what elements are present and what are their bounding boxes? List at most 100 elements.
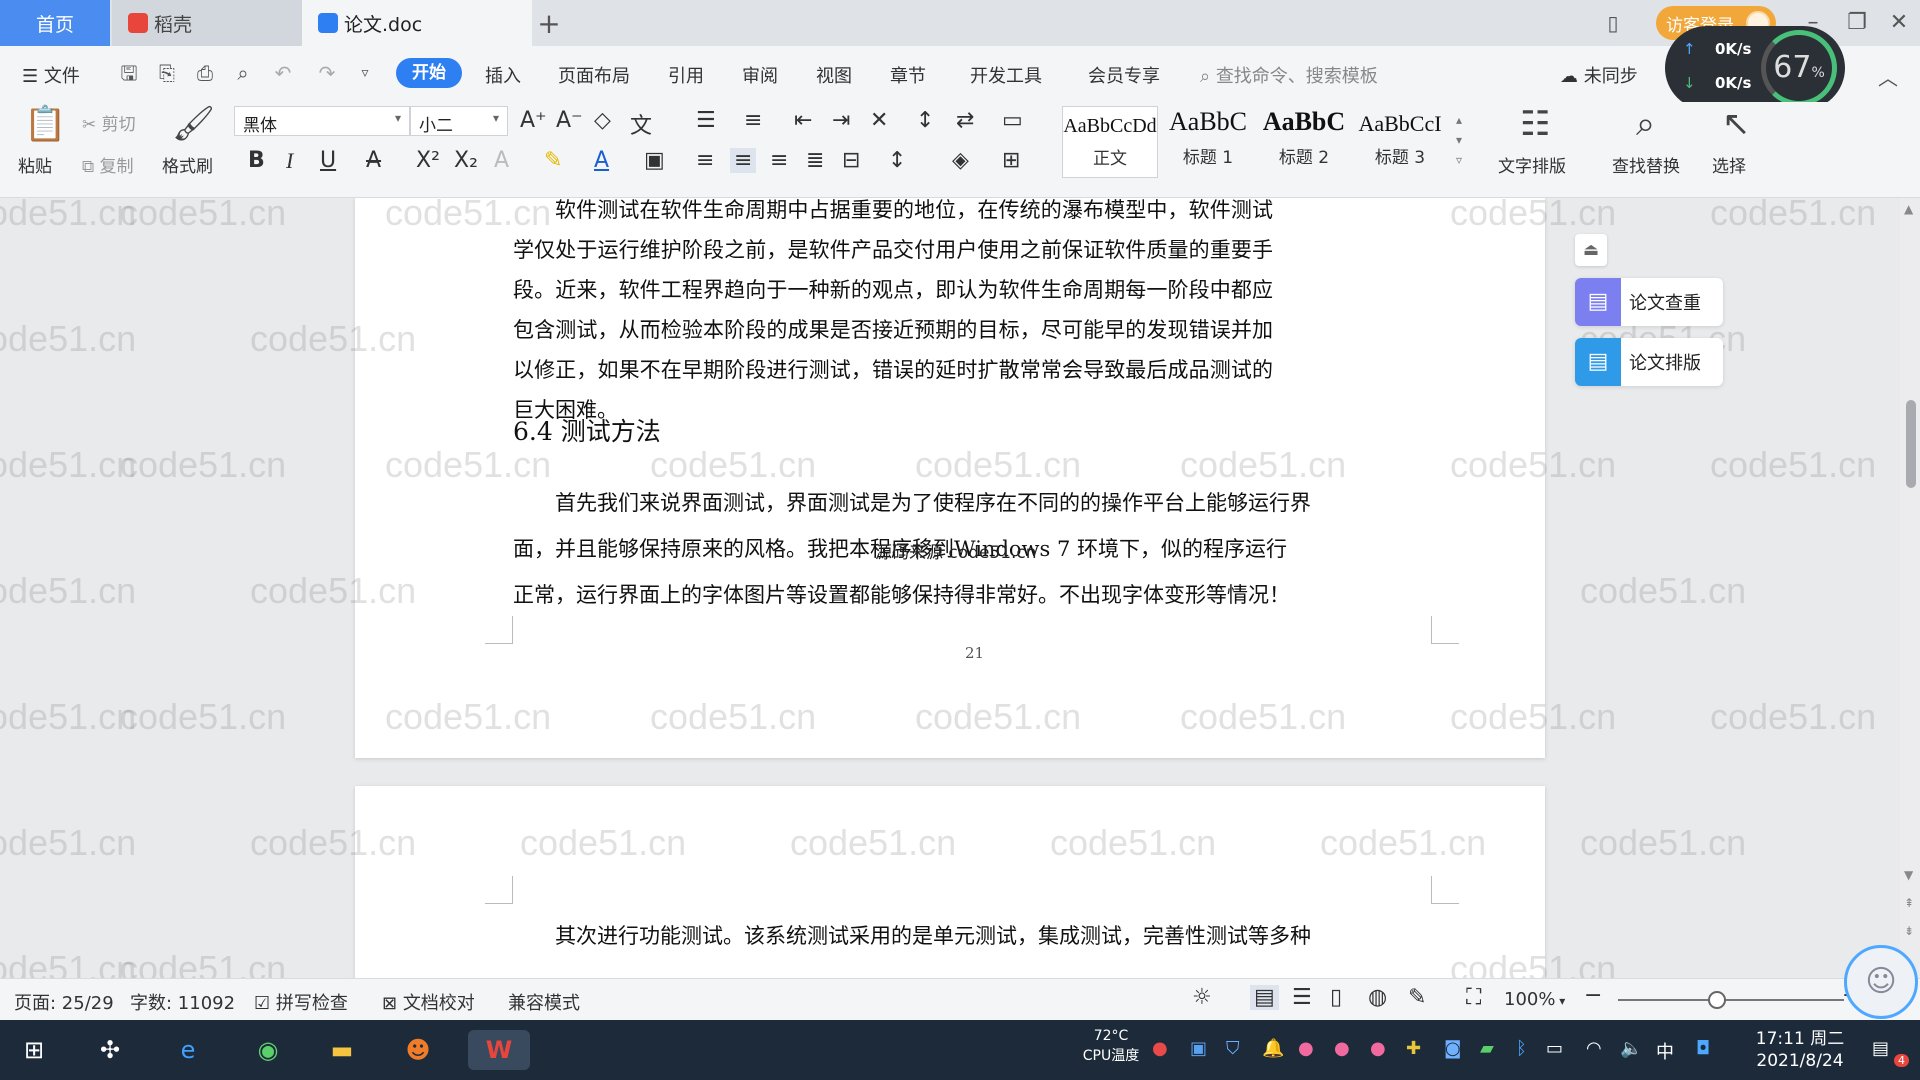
strikethrough-icon[interactable]: A — [366, 148, 381, 173]
superscript-icon[interactable]: X² — [416, 148, 440, 173]
format-painter-icon[interactable]: 🖌 — [172, 104, 215, 144]
web-view-icon[interactable]: ◍ — [1368, 985, 1387, 1010]
windows-start-icon[interactable]: ⊞ — [10, 1030, 58, 1070]
tray-app-icon[interactable]: ● — [1298, 1038, 1314, 1059]
format-painter-button[interactable]: 格式刷 — [162, 152, 213, 177]
print-icon[interactable]: ⎙ — [192, 60, 218, 86]
bell-icon[interactable]: 🔔 — [1262, 1038, 1284, 1059]
outdent-icon[interactable]: ⇤ — [794, 108, 812, 133]
file-explorer-icon[interactable]: ▬ — [318, 1030, 366, 1070]
tab-insert[interactable]: 插入 — [485, 62, 521, 88]
command-search[interactable]: ⌕ 查找命令、搜索模板 — [1200, 62, 1378, 88]
text-layout-icon[interactable]: ☷ — [1520, 104, 1550, 144]
tab-stops-icon[interactable]: ▭ — [1002, 108, 1023, 133]
clear-format-icon[interactable]: ◇ — [594, 108, 611, 133]
select-button[interactable]: 选择 — [1712, 152, 1746, 177]
shading-icon[interactable]: ◈ — [952, 148, 969, 173]
sync-status[interactable]: ☁ 未同步 — [1560, 62, 1638, 88]
paper-typeset-button[interactable]: ▤ 论文排版 — [1575, 338, 1723, 386]
text-layout-button[interactable]: 文字排版 — [1498, 152, 1566, 177]
tab-start[interactable]: 开始 — [396, 58, 462, 88]
tab-review[interactable]: 审阅 — [742, 62, 778, 88]
layout-icon[interactable]: ▯ — [1598, 8, 1628, 38]
vertical-scrollbar[interactable] — [1900, 198, 1920, 978]
align-center-icon[interactable]: ≡ — [730, 148, 757, 173]
copy-button[interactable]: ⧉ 复制 — [82, 152, 134, 177]
show-marks-icon[interactable]: ⇄ — [956, 108, 974, 133]
tab-home[interactable]: 首页 — [0, 0, 110, 46]
tab-document[interactable]: 论文.doc — [302, 0, 532, 46]
paper-check-button[interactable]: ▤ 论文查重 — [1575, 278, 1723, 326]
redo-icon[interactable]: ↷ — [314, 60, 340, 86]
word-count[interactable]: 字数: 11092 — [130, 989, 235, 1015]
paragraph-ui-test-line3[interactable]: 正常，运行界面上的字体图片等设置都能够保持得非常好。不出现字体变形等情况！ — [513, 572, 1290, 618]
clock[interactable]: 17:11 周二 2021/8/24 — [1740, 1028, 1860, 1072]
tab-view[interactable]: 视图 — [816, 62, 852, 88]
tab-member[interactable]: 会员专享 — [1088, 62, 1160, 88]
new-tab-button[interactable]: + — [532, 0, 566, 46]
print-preview-icon[interactable]: ⌕ — [230, 60, 256, 86]
zoom-slider[interactable] — [1618, 999, 1844, 1001]
tab-chapter[interactable]: 章节 — [890, 62, 926, 88]
paragraph-functional-test[interactable]: 其次进行功能测试。该系统测试采用的是单元测试，集成测试，完善性测试等多种 — [513, 916, 1311, 956]
tray-app-icon[interactable]: ● — [1152, 1038, 1168, 1059]
highlight-icon[interactable]: ✎ — [544, 148, 562, 173]
qq-icon[interactable]: ◘ — [1696, 1038, 1710, 1059]
collapse-ribbon-icon[interactable]: ︿ — [1878, 62, 1898, 91]
underline-icon[interactable]: U — [320, 148, 336, 173]
volume-icon[interactable]: 🔈 — [1620, 1038, 1642, 1059]
tray-app-icon[interactable]: ● — [1334, 1038, 1350, 1059]
fan-app-icon[interactable]: ✣ — [86, 1030, 134, 1070]
page-indicator[interactable]: 页面: 25/29 — [14, 989, 114, 1015]
font-shrink-icon[interactable]: A⁻ — [556, 108, 583, 133]
align-left-icon[interactable]: ≡ — [696, 148, 714, 173]
tray-app-icon[interactable]: ✚ — [1406, 1038, 1421, 1059]
page-21[interactable]: 软件测试在软件生命周期中占据重要的地位，在传统的瀑布模型中，软件测试学仅处于运行… — [355, 198, 1545, 758]
style-normal[interactable]: AaBbCcDd 正文 — [1062, 106, 1158, 178]
text-effect-icon[interactable]: A — [494, 148, 509, 173]
italic-icon[interactable]: I — [286, 148, 293, 174]
zoom-select[interactable]: 100% ▾ — [1504, 989, 1565, 1010]
style-heading-1[interactable]: AaBbC 标题 1 — [1160, 106, 1256, 178]
browser-360-icon[interactable]: ◉ — [244, 1030, 292, 1070]
scrollbar-thumb[interactable] — [1906, 400, 1916, 488]
bluetooth-icon[interactable]: ᛒ — [1516, 1038, 1527, 1059]
proofread-button[interactable]: ⊠ 文档校对 — [382, 989, 475, 1015]
scroll-up-icon[interactable]: ▲ — [1904, 202, 1913, 216]
tab-docer[interactable]: 稻壳 — [112, 0, 302, 46]
tray-app-icon[interactable]: ◙ — [1444, 1038, 1461, 1059]
close-button[interactable]: ✕ — [1884, 8, 1914, 38]
write-view-icon[interactable]: ✎ — [1408, 985, 1426, 1010]
page-22[interactable]: 其次进行功能测试。该系统测试采用的是单元测试，集成测试，完善性测试等多种 — [355, 786, 1545, 978]
sort-icon[interactable]: ↕ — [916, 108, 934, 133]
find-replace-button[interactable]: 查找替换 — [1612, 152, 1680, 177]
distribute-icon[interactable]: ⊟ — [842, 148, 860, 173]
numbered-list-icon[interactable]: ≡ — [744, 108, 762, 133]
subscript-icon[interactable]: X₂ — [454, 148, 478, 173]
next-page-icon[interactable]: ⇟ — [1904, 924, 1914, 938]
paste-icon[interactable]: 📋 — [24, 104, 66, 144]
magnifier-icon[interactable]: ⌕ — [1636, 104, 1655, 144]
bullet-list-icon[interactable]: ☰ — [696, 108, 716, 133]
save-icon[interactable]: 🖫 — [116, 60, 142, 86]
notification-center-icon[interactable]: ▤ — [1872, 1038, 1889, 1059]
document-canvas[interactable]: 软件测试在软件生命周期中占据重要的地位，在传统的瀑布模型中，软件测试学仅处于运行… — [0, 198, 1900, 978]
chinese-layout-icon[interactable]: ✕ — [870, 108, 888, 133]
tab-references[interactable]: 引用 — [668, 62, 704, 88]
collapse-panel-icon[interactable]: ⏏ — [1575, 234, 1607, 266]
spell-check-button[interactable]: ☑ 拼写检查 — [254, 989, 348, 1015]
style-heading-3[interactable]: AaBbCcI 标题 3 — [1352, 106, 1448, 178]
assistant-robot-icon[interactable]: ☺ — [1844, 945, 1918, 1019]
customize-icon[interactable]: ▿ — [352, 60, 378, 86]
page-view-icon[interactable]: ▤ — [1250, 985, 1279, 1010]
style-heading-2[interactable]: AaBbC 标题 2 — [1256, 106, 1352, 178]
file-menu[interactable]: ☰ 文件 — [22, 62, 80, 88]
pinyin-icon[interactable]: 文 — [630, 108, 652, 140]
app-face-icon[interactable]: ☻ — [394, 1030, 442, 1070]
eye-protect-icon[interactable]: ☼ — [1192, 985, 1212, 1010]
ie-browser-icon[interactable]: e — [164, 1030, 212, 1070]
scroll-down-icon[interactable]: ▼ — [1904, 868, 1913, 882]
ime-indicator[interactable]: 中 — [1656, 1038, 1674, 1064]
nvidia-icon[interactable]: ▰ — [1480, 1038, 1494, 1059]
battery-icon[interactable]: ▭ — [1546, 1038, 1563, 1059]
